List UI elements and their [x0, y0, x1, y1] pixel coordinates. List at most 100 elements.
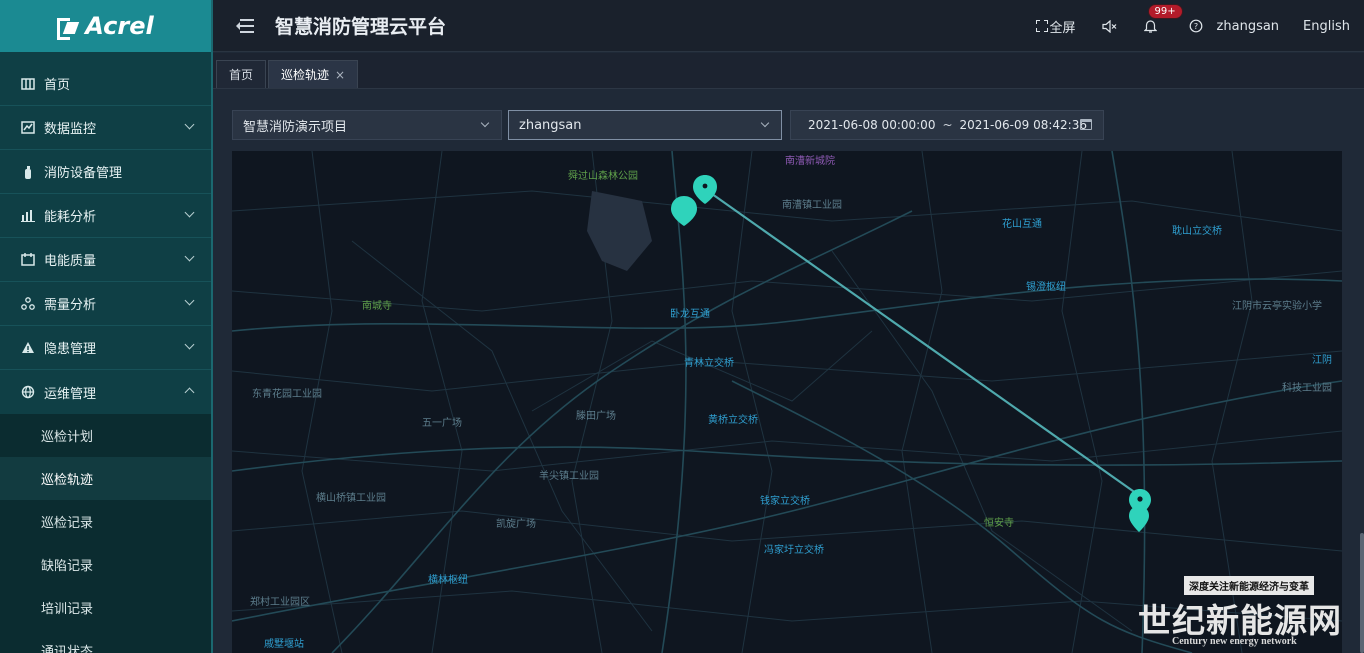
map-label: 东青花园工业园	[252, 387, 322, 400]
map-label: 江阴市云亭实验小学	[1232, 299, 1322, 312]
sidebar-item-energy-analysis[interactable]: 能耗分析	[0, 194, 211, 238]
logo-text: Acrel	[85, 12, 154, 40]
submenu-item-patrol-track[interactable]: 巡检轨迹	[0, 457, 211, 500]
date-start[interactable]: 2021-06-08 00:00:00	[808, 118, 935, 132]
map-label: 舜过山森林公园	[568, 169, 638, 182]
sidebar-item-label: 电能质量	[44, 254, 97, 269]
sidebar-item-hazard-management[interactable]: 隐患管理	[0, 326, 211, 370]
chevron-down-icon	[184, 119, 195, 130]
page-title: 智慧消防管理云平台	[275, 16, 447, 38]
map-label: 冯家圩立交桥	[764, 543, 824, 556]
speaker-mute-icon	[1101, 19, 1116, 33]
sidebar-item-operations[interactable]: 运维管理	[0, 370, 211, 414]
calendar-icon[interactable]	[1080, 119, 1092, 130]
map-label: 江阴	[1312, 354, 1332, 366]
chevron-down-icon	[184, 251, 195, 262]
notifications-badge: 99+	[1147, 4, 1183, 19]
sidebar-item-label: 需量分析	[44, 298, 97, 313]
map-label: 凯旋广场	[496, 517, 536, 530]
bar-chart-icon	[20, 208, 36, 224]
project-select-value: 智慧消防演示项目	[243, 119, 348, 135]
top-header: 智慧消防管理云平台 全屏 99+ ? zhangsan English	[213, 0, 1364, 52]
sidebar-item-data-monitor[interactable]: 数据监控	[0, 106, 211, 150]
chevron-down-icon	[184, 295, 195, 306]
map-label: 横山桥镇工业园	[316, 491, 386, 504]
sidebar-item-power-quality[interactable]: 电能质量	[0, 238, 211, 282]
map-label: 科技工业园	[1282, 381, 1332, 394]
map-label: 郑村工业园区	[250, 595, 310, 608]
language-switch[interactable]: English	[1303, 19, 1350, 34]
user-select[interactable]: zhangsan	[508, 110, 782, 140]
submenu-item-training-record[interactable]: 培训记录	[0, 586, 211, 629]
svg-text:?: ?	[1193, 22, 1197, 31]
fullscreen-button[interactable]: 全屏	[1035, 17, 1076, 36]
main-content: 智慧消防演示项目 zhangsan 2021-06-08 00:00:00 ~ …	[213, 90, 1364, 653]
submenu-item-defect-record[interactable]: 缺陷记录	[0, 543, 211, 586]
map-label: 青林立交桥	[684, 356, 734, 369]
warning-icon	[20, 340, 36, 356]
map-label: 滕田广场	[576, 409, 616, 422]
sidebar-item-label: 消防设备管理	[44, 166, 123, 181]
user-menu[interactable]: zhangsan	[1217, 19, 1280, 34]
sidebar-item-label: 首页	[44, 78, 71, 93]
date-range-picker[interactable]: 2021-06-08 00:00:00 ~ 2021-06-09 08:42:3…	[790, 110, 1104, 140]
page-tabs: 首页 巡检轨迹 ×	[213, 53, 1364, 89]
map-label: 恒安寺	[984, 516, 1014, 529]
chevron-up-icon	[184, 387, 195, 398]
submenu-item-patrol-plan[interactable]: 巡检计划	[0, 414, 211, 457]
chevron-down-icon	[480, 118, 490, 128]
tab-patrol-track[interactable]: 巡检轨迹 ×	[268, 60, 359, 88]
notifications-button[interactable]: 99+	[1143, 4, 1183, 33]
chevron-down-icon	[184, 339, 195, 350]
sidebar-item-fire-equipment[interactable]: 消防设备管理	[0, 150, 211, 194]
help-button[interactable]: ?	[1189, 19, 1203, 33]
sidebar-item-label: 数据监控	[44, 122, 97, 137]
nodes-icon	[20, 296, 36, 312]
submenu-item-comm-status[interactable]: 通讯状态	[0, 629, 211, 653]
map-label: 南漕镇工业园	[782, 198, 842, 211]
collapse-menu-icon[interactable]	[236, 18, 254, 33]
sidebar-item-label: 能耗分析	[44, 210, 97, 225]
globe-icon	[20, 384, 36, 400]
map-canvas[interactable]: 舜过山森林公园 南漕镇工业园 南漕新城院 花山互通 耽山立交桥 南城寺 卧龙互通…	[232, 151, 1342, 653]
acrel-logo-icon	[57, 16, 79, 40]
home-icon	[20, 76, 36, 92]
filter-bar: 智慧消防演示项目 zhangsan 2021-06-08 00:00:00 ~ …	[232, 110, 1104, 140]
map-label: 横林枢纽	[428, 573, 468, 586]
bell-icon	[1143, 20, 1157, 33]
map-label: 南漕新城院	[785, 154, 835, 167]
logo[interactable]: Acrel	[0, 0, 211, 52]
tab-label: 巡检轨迹	[281, 68, 330, 82]
map-label: 花山互通	[1002, 217, 1042, 230]
map-label: 五一广场	[422, 416, 462, 429]
map-label: 南城寺	[362, 299, 392, 312]
help-icon: ?	[1189, 19, 1202, 33]
sidebar-item-demand-analysis[interactable]: 需量分析	[0, 282, 211, 326]
date-end[interactable]: 2021-06-09 08:42:36	[960, 118, 1087, 132]
map-label: 锡澄枢纽	[1026, 280, 1066, 293]
sidebar-item-home[interactable]: 首页	[0, 62, 211, 106]
tab-label: 首页	[229, 68, 254, 82]
map-label: 卧龙互通	[670, 307, 710, 320]
map-label: 羊尖镇工业园	[539, 469, 599, 482]
calendar-icon	[20, 252, 36, 268]
map-label: 黄桥立交桥	[708, 413, 758, 426]
page-scrollbar[interactable]	[1360, 533, 1364, 653]
fullscreen-label: 全屏	[1049, 20, 1076, 36]
fullscreen-icon	[1035, 20, 1048, 32]
user-select-value: zhangsan	[519, 117, 582, 133]
map-label: 戚墅堰站	[264, 637, 304, 650]
map-label: 钱家立交桥	[760, 494, 810, 507]
close-icon[interactable]: ×	[335, 68, 345, 82]
track-map[interactable]: 舜过山森林公园 南漕镇工业园 南漕新城院 花山互通 耽山立交桥 南城寺 卧龙互通…	[232, 151, 1342, 653]
chevron-down-icon	[184, 207, 195, 218]
sidebar-item-label: 隐患管理	[44, 342, 97, 357]
date-separator: ~	[942, 118, 953, 132]
tab-home[interactable]: 首页	[216, 60, 267, 88]
operations-submenu: 巡检计划 巡检轨迹 巡检记录 缺陷记录 培训记录 通讯状态	[0, 414, 211, 653]
sidebar: Acrel 首页 数据监控 消防设备管理 能耗分析 电能质量 需量分析 隐患管理…	[0, 0, 213, 653]
project-select[interactable]: 智慧消防演示项目	[232, 110, 502, 140]
submenu-item-patrol-record[interactable]: 巡检记录	[0, 500, 211, 543]
mute-button[interactable]	[1101, 19, 1118, 33]
sidebar-menu: 首页 数据监控 消防设备管理 能耗分析 电能质量 需量分析 隐患管理 运维管理 …	[0, 62, 211, 653]
